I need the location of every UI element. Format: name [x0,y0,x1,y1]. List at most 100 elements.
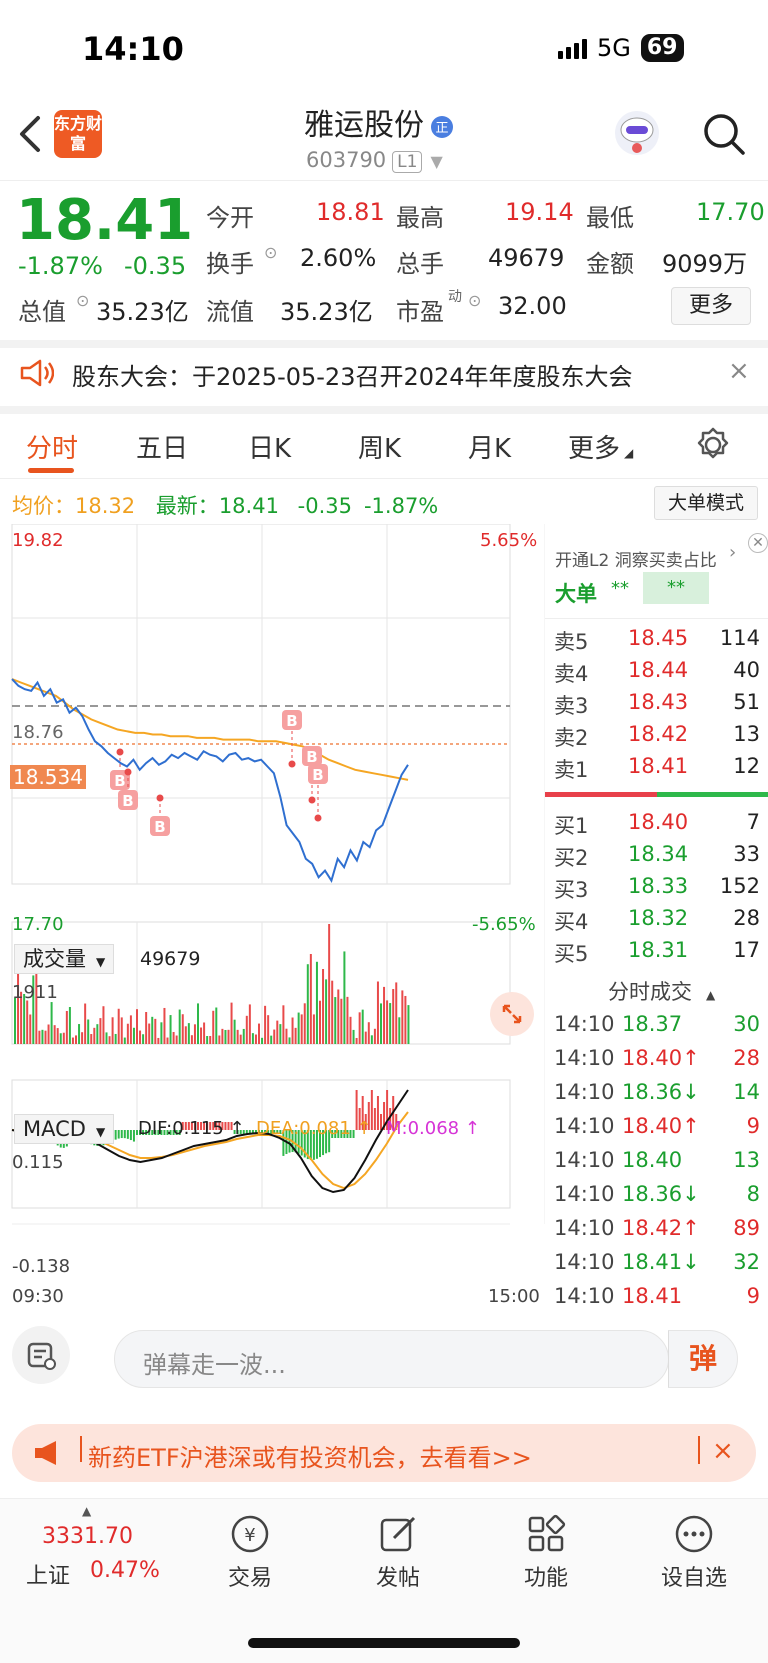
history-button[interactable] [12,1326,70,1384]
volume-selector[interactable]: 成交量 ▼ [14,944,115,974]
tick-time: 14:10 [554,1046,615,1070]
volume-bar [193,1024,196,1044]
macd-max-label: 0.115 [12,1152,64,1173]
more-button[interactable]: 更多 [671,287,751,325]
tick-row: 14:10 18.41 9 [554,1284,760,1308]
ask-row[interactable]: 卖4 18.44 40 [554,658,760,688]
volume-bar [254,1034,257,1044]
tick-time: 14:10 [554,1148,615,1172]
volume-bar [386,1000,389,1044]
index-up-icon: ▲ [82,1504,92,1518]
nav-trade[interactable]: ¥ 交易 [200,1506,300,1592]
quote-label: 最低 [586,204,634,232]
bid-row[interactable]: 买5 18.31 17 [554,938,760,968]
ask-volume: 51 [733,690,760,714]
bid-row[interactable]: 买3 18.33 152 [554,874,760,904]
tab-five-day[interactable]: 五日 [136,428,188,465]
quote-value: 35.23亿 [280,298,373,326]
volume-bar [380,1003,382,1044]
ask-row[interactable]: 卖2 18.42 13 [554,722,760,752]
ask-label: 卖5 [554,630,589,654]
nav-functions[interactable]: 功能 [496,1506,596,1592]
edit-icon [380,1516,416,1552]
volume-bar [273,1029,276,1044]
bid-price: 18.34 [628,842,689,866]
quote-value: 35.23亿 [96,298,189,326]
nav-add-watchlist[interactable]: 设自选 [644,1506,744,1592]
ask-row[interactable]: 卖3 18.43 51 [554,690,760,720]
bid-row[interactable]: 买1 18.40 7 [554,810,760,840]
ask-row[interactable]: 卖5 18.45 114 [554,626,760,656]
volume-bar [224,1029,227,1044]
l2-banner[interactable]: 开通L2 洞察买卖占比 › 大单 ** ** [545,530,768,610]
tick-volume: 13 [733,1148,760,1172]
macd-selector[interactable]: MACD ▼ [14,1114,115,1144]
promo-text[interactable]: 新药ETF沪港深或有投资机会，去看看>> [88,1438,532,1473]
back-icon[interactable] [18,114,42,154]
tab-monthly-k[interactable]: 月K [468,428,511,465]
settings-gear-icon[interactable] [694,426,732,464]
ask-volume: 40 [733,658,760,682]
nav-post[interactable]: 发帖 [348,1506,448,1592]
volume-bar [312,1014,315,1044]
notice-text[interactable]: 股东大会：于2025-05-23召开2024年年度股东大会 [72,357,633,392]
tick-volume: 14 [733,1080,760,1104]
info-dots-icon[interactable]: ⊙ [264,243,277,262]
status-time: 14:10 [82,30,184,68]
tab-intraday[interactable]: 分时 [26,428,78,465]
banner-close-icon[interactable]: ✕ [748,533,768,553]
volume-bar [53,1025,56,1044]
expand-chart-button[interactable] [490,992,534,1036]
big-order-mode-button[interactable]: 大单模式 [654,486,758,520]
search-icon[interactable] [702,112,746,156]
index-value[interactable]: 3331.70 [42,1524,133,1549]
index-pct[interactable]: 0.47% [90,1558,160,1583]
bid-volume: 17 [733,938,760,962]
quote-label: 市盈 [396,298,444,326]
robot-assistant-icon[interactable] [612,108,662,158]
tick-price: 18.36↓ [622,1080,700,1104]
b-marker-label: B [114,772,125,790]
danmu-input[interactable]: 弹幕走一波... [114,1330,669,1388]
intraday-chart[interactable]: BBBBBB [0,524,545,1314]
expand-icon [502,1004,522,1024]
volume-bar [334,997,337,1044]
tab-daily-k[interactable]: 日K [248,428,291,465]
danmu-send-button[interactable]: 弹 [668,1330,738,1388]
dropdown-icon: ▼ [430,152,443,171]
macd-min-label: -0.138 [12,1256,71,1277]
volume-bar [169,1015,172,1044]
quote-label: 今开 [206,204,254,232]
tick-price: 18.41 [622,1284,683,1308]
volume-bar [288,1037,291,1044]
tick-volume: 28 [733,1046,760,1070]
tick-row: 14:10 18.41↓ 32 [554,1250,760,1274]
app-logo[interactable]: 东方财富 [54,110,102,158]
index-name[interactable]: 上证 [26,1558,70,1590]
ask-row[interactable]: 卖1 18.41 12 [554,754,760,784]
pct-max-label: 5.65% [480,530,538,551]
volume-bar [343,951,346,1044]
volume-bar [361,1009,364,1044]
bid-row[interactable]: 买2 18.34 33 [554,842,760,872]
ask-price: 18.42 [628,722,689,746]
volume-bar [276,1020,279,1044]
stock-code[interactable]: 603790 L1 ▼ [306,148,443,173]
volume-bar [282,1005,285,1044]
volume-bar [181,1014,184,1044]
info-dots-icon[interactable]: ⊙ [468,291,481,310]
b-marker-label: B [154,818,165,836]
notice-close-button[interactable]: × [728,356,750,386]
volume-bar [215,1007,218,1044]
volume-bar [47,1024,50,1044]
tick-time: 14:10 [554,1250,615,1274]
promo-close-button[interactable]: × [712,1436,734,1466]
volume-bar [328,924,331,1044]
bid-row[interactable]: 买4 18.32 28 [554,906,760,936]
volume-bar [175,1035,178,1044]
volume-bar [78,1024,81,1044]
tick-row: 14:10 18.36↓ 14 [554,1080,760,1104]
tab-more[interactable]: 更多 ◢ [568,428,633,465]
tab-weekly-k[interactable]: 周K [358,428,401,465]
info-dots-icon[interactable]: ⊙ [76,291,89,310]
